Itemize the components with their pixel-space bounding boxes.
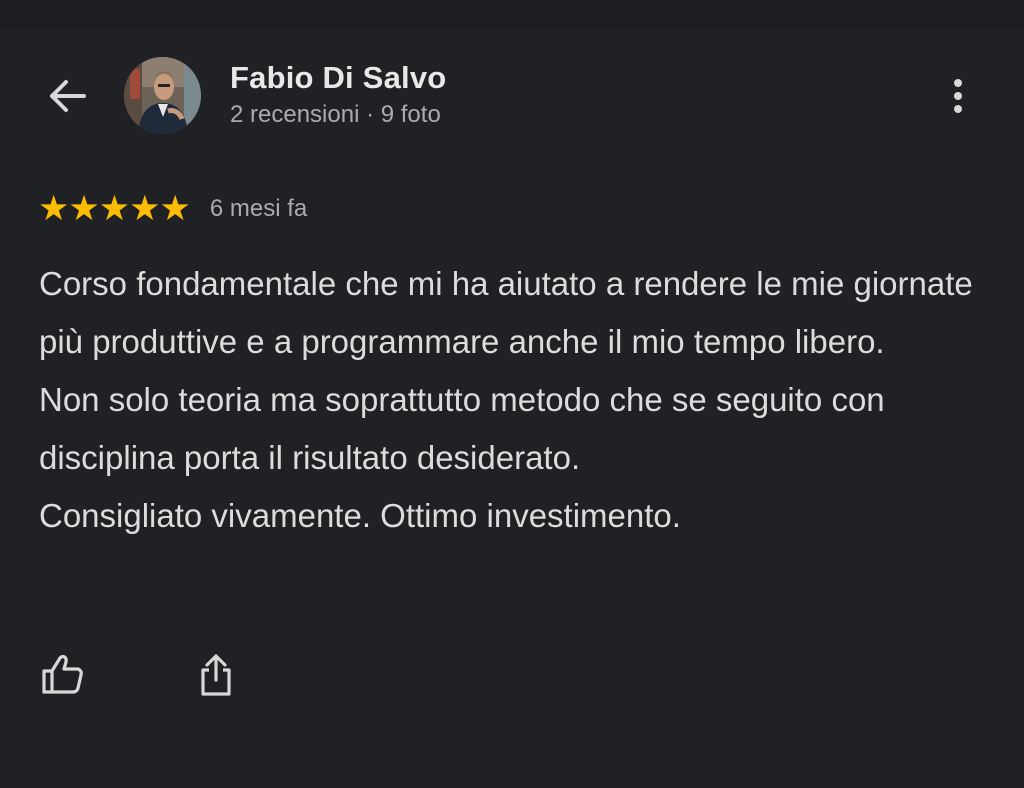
avatar[interactable] — [124, 57, 201, 134]
review-text: Corso fondamentale che mi ha aiutato a r… — [39, 255, 999, 545]
avatar-photo — [124, 57, 201, 134]
review-paragraph: Corso fondamentale che mi ha aiutato a r… — [39, 265, 973, 360]
author-meta: 2 recensioni · 9 foto — [230, 101, 441, 128]
back-button[interactable] — [40, 70, 92, 122]
review-paragraph: Non solo teoria ma soprattutto metodo ch… — [39, 381, 885, 476]
author-name[interactable]: Fabio Di Salvo — [230, 60, 446, 96]
share-button[interactable] — [186, 644, 246, 704]
share-icon — [201, 654, 231, 696]
rating-row: ★★★★★ 6 mesi fa — [38, 191, 307, 227]
arrow-left-icon — [50, 80, 86, 112]
more-vert-icon — [954, 79, 962, 87]
review-date: 6 mesi fa — [209, 195, 308, 222]
like-button[interactable] — [32, 644, 92, 704]
thumb-up-icon — [42, 655, 83, 694]
more-options-button[interactable] — [936, 72, 980, 120]
review-paragraph: Consigliato vivamente. Ottimo investimen… — [39, 497, 681, 534]
status-bar-area — [0, 0, 1024, 30]
star-rating: ★★★★★ — [38, 189, 191, 228]
